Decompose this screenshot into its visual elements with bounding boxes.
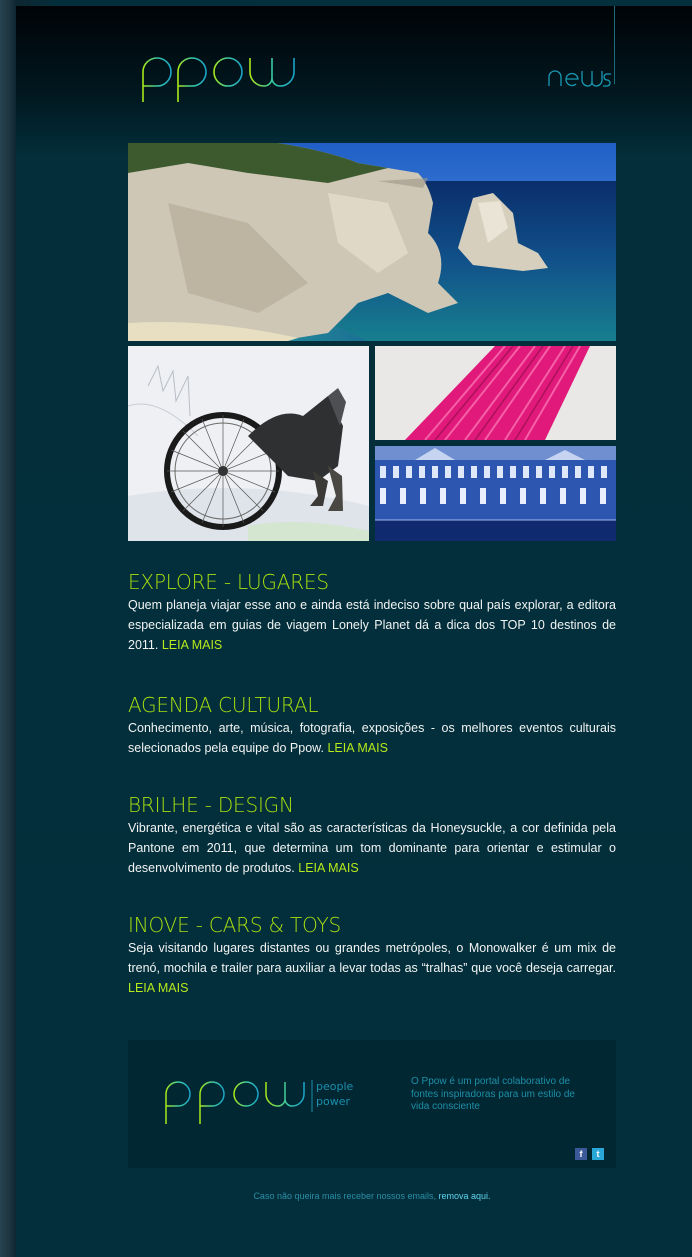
section-text: Seja visitando lugares distantes ou gran… (128, 941, 616, 975)
section-cars-toys: INOVE - CARS & TOYS Seja visitando lugar… (128, 912, 616, 998)
palace-building-photo (375, 446, 616, 541)
footer-logo[interactable]: people power (162, 1078, 382, 1131)
footer-description: O Ppow é um portal colaborativo de fonte… (411, 1076, 575, 1112)
pink-stripes-photo (375, 346, 616, 440)
section-text: Vibrante, energética e vital são as cara… (128, 821, 616, 875)
pink-stripes-image[interactable] (375, 346, 616, 440)
section-explore: EXPLORE - LUGARES Quem planeja viajar es… (128, 569, 616, 655)
ppow-logo-mark (142, 57, 295, 102)
section-title: AGENDA CULTURAL (128, 693, 319, 717)
ppow-people-power-logo: people power (165, 1080, 354, 1124)
power-text: power (316, 1095, 350, 1108)
read-more-link[interactable]: LEIA MAIS (128, 981, 188, 995)
unsubscribe-link[interactable]: remova aqui. (439, 1191, 491, 1201)
twitter-icon[interactable]: t (592, 1148, 604, 1160)
read-more-link[interactable]: LEIA MAIS (162, 638, 222, 652)
read-more-link[interactable]: LEIA MAIS (327, 741, 387, 755)
hero-image[interactable] (128, 143, 616, 341)
news-wordmark (548, 70, 611, 87)
section-body: Seja visitando lugares distantes ou gran… (128, 938, 616, 998)
unsubscribe-line: Caso não queira mais receber nossos emai… (128, 1191, 616, 1201)
snow-bike-photo (128, 346, 369, 541)
news-label (547, 66, 613, 93)
unsubscribe-text: Caso não queira mais receber nossos emai… (253, 1191, 439, 1201)
footer-box: people power O Ppow é um portal colabora… (128, 1040, 616, 1168)
section-body: Vibrante, energética e vital são as cara… (128, 818, 616, 878)
section-agenda: AGENDA CULTURAL Conhecimento, arte, músi… (128, 692, 616, 758)
section-body: Quem planeja viajar esse ano e ainda est… (128, 595, 616, 655)
bike-image[interactable] (128, 346, 369, 541)
cliff-coast-photo (128, 143, 616, 341)
section-design: BRILHE - DESIGN Vibrante, energética e v… (128, 792, 616, 878)
palace-image[interactable] (375, 446, 616, 541)
section-body: Conhecimento, arte, música, fotografia, … (128, 718, 616, 758)
section-title: BRILHE - DESIGN (128, 793, 294, 817)
newsletter-page: EXPLORE - LUGARES Quem planeja viajar es… (16, 6, 692, 1257)
people-text: people (316, 1080, 354, 1093)
section-title: INOVE - CARS & TOYS (128, 913, 342, 937)
ppow-logo[interactable] (138, 50, 298, 111)
read-more-link[interactable]: LEIA MAIS (298, 861, 358, 875)
section-title: EXPLORE - LUGARES (128, 570, 329, 594)
header-divider (614, 6, 615, 84)
facebook-icon[interactable]: f (575, 1148, 587, 1160)
